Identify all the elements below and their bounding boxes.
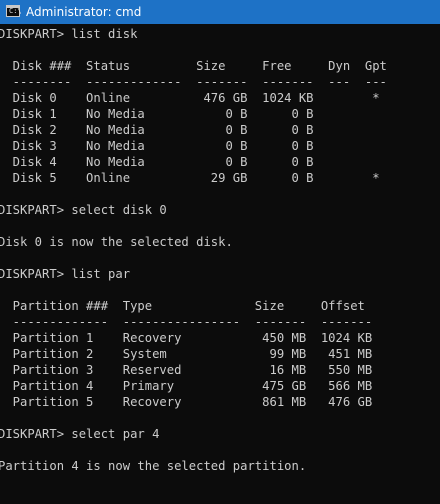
command-line: DISKPART> select par 4 xyxy=(0,427,160,441)
output-line: Disk 2 No Media 0 B 0 B xyxy=(0,123,314,137)
output-line: Partition 4 is now the selected partitio… xyxy=(0,459,307,473)
command-line: DISKPART> select disk 0 xyxy=(0,203,167,217)
output-line: Partition 3 Reserved 16 MB 550 MB xyxy=(0,363,373,377)
output-line: Disk ### Status Size Free Dyn Gpt xyxy=(0,59,387,73)
output-line: Partition 4 Primary 475 GB 566 MB xyxy=(0,379,373,393)
output-line: Disk 3 No Media 0 B 0 B xyxy=(0,139,314,153)
output-line: Partition 2 System 99 MB 451 MB xyxy=(0,347,373,361)
window-title: Administrator: cmd xyxy=(26,5,142,19)
cmd-window: C:\ Administrator: cmd DISKPART> list di… xyxy=(0,0,440,504)
command-line: DISKPART> list par xyxy=(0,267,131,281)
title-bar[interactable]: C:\ Administrator: cmd xyxy=(0,0,440,24)
output-line: -------- ------------- ------- ------- -… xyxy=(0,75,387,89)
cmd-console-icon-glyph: C:\ xyxy=(9,7,22,15)
console-output[interactable]: DISKPART> list disk Disk ### Status Size… xyxy=(0,26,440,504)
output-line: Disk 4 No Media 0 B 0 B xyxy=(0,155,314,169)
command-line: DISKPART> list disk xyxy=(0,27,138,41)
output-line: Partition ### Type Size Offset xyxy=(0,299,365,313)
output-line: Disk 5 Online 29 GB 0 B * xyxy=(0,171,380,185)
output-line: Disk 1 No Media 0 B 0 B xyxy=(0,107,314,121)
output-line: Partition 5 Recovery 861 MB 476 GB xyxy=(0,395,373,409)
cmd-console-icon[interactable]: C:\ xyxy=(6,5,22,17)
output-line: Disk 0 Online 476 GB 1024 KB * xyxy=(0,91,380,105)
output-line: Partition 1 Recovery 450 MB 1024 KB xyxy=(0,331,373,345)
output-line: Disk 0 is now the selected disk. xyxy=(0,235,233,249)
output-line: ------------- ---------------- ------- -… xyxy=(0,315,373,329)
